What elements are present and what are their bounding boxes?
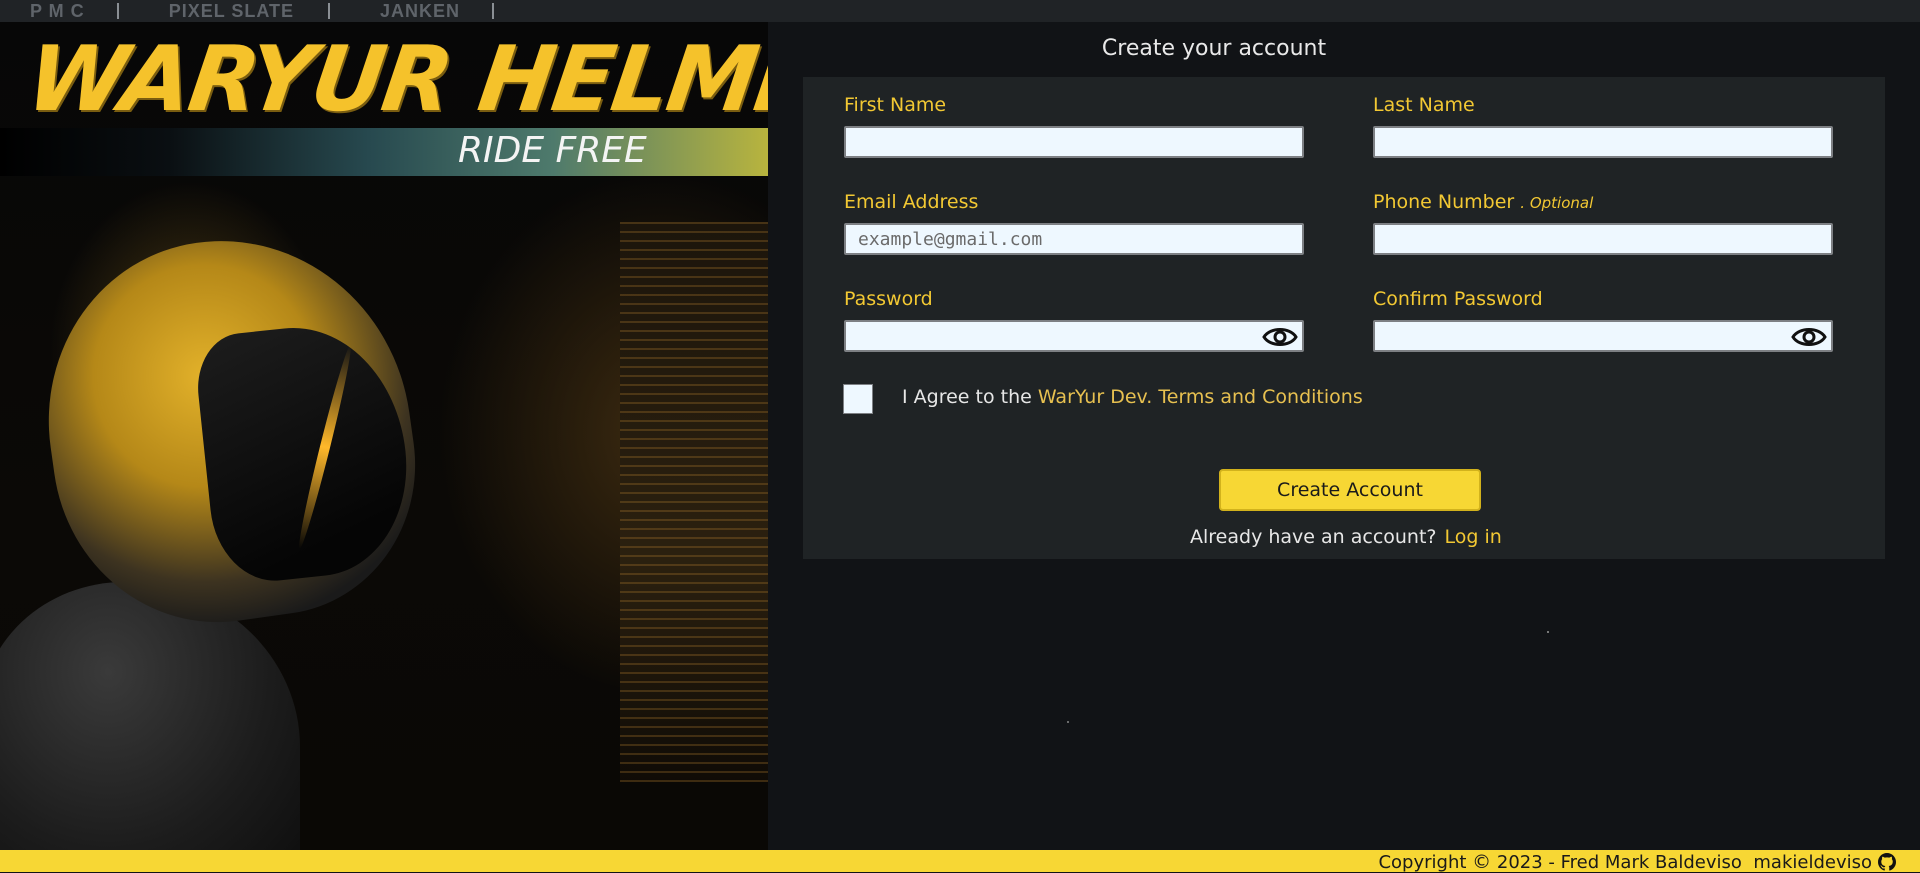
- login-prompt: Already have an account? Log in: [1190, 526, 1502, 548]
- terms-link[interactable]: WarYur Dev. Terms and Conditions: [1038, 386, 1363, 408]
- first-name-field[interactable]: [844, 126, 1304, 158]
- confirm-password-label: Confirm Password: [1373, 288, 1543, 310]
- year-author: 2023 - Fred Mark Baldeviso: [1496, 852, 1742, 873]
- copyright-icon: ©: [1472, 851, 1492, 873]
- create-account-button[interactable]: Create Account: [1219, 469, 1481, 511]
- form-heading: Create your account: [1101, 36, 1327, 61]
- hero-panel: WARYUR HELMETS RIDE FREE: [0, 22, 768, 850]
- nav-item-janken[interactable]: JANKEN: [380, 1, 460, 22]
- city-skyline-image: [620, 222, 768, 782]
- github-username-link[interactable]: makieldeviso: [1753, 852, 1872, 873]
- phone-field[interactable]: [1373, 223, 1833, 255]
- tagline-text: RIDE FREE: [458, 130, 647, 171]
- github-icon[interactable]: [1878, 853, 1896, 871]
- phone-optional-tag: . Optional: [1520, 194, 1594, 212]
- password-label: Password: [844, 288, 933, 310]
- email-label: Email Address: [844, 191, 979, 213]
- nav-separator: [328, 3, 331, 19]
- phone-label-text: Phone Number: [1373, 191, 1515, 213]
- phone-label: Phone Number . Optional: [1373, 191, 1593, 213]
- nav-item-pmc[interactable]: P M C: [30, 1, 85, 22]
- eye-icon[interactable]: [1262, 323, 1298, 351]
- nav-separator: [116, 3, 119, 19]
- terms-checkbox[interactable]: [843, 384, 873, 414]
- terms-agreement: I Agree to the WarYur Dev. Terms and Con…: [902, 386, 1363, 408]
- last-name-field[interactable]: [1373, 126, 1833, 158]
- email-field[interactable]: [844, 223, 1304, 255]
- eye-icon[interactable]: [1791, 323, 1827, 351]
- footer: Copyright © 2023 - Fred Mark Baldeviso m…: [0, 850, 1920, 873]
- tagline-band: [0, 128, 768, 176]
- brand-logo: WARYUR HELMETS: [20, 27, 768, 132]
- last-name-label: Last Name: [1373, 94, 1475, 116]
- confirm-password-field[interactable]: [1373, 320, 1833, 352]
- copyright-text: Copyright: [1378, 852, 1467, 873]
- already-text: Already have an account?: [1190, 526, 1437, 548]
- password-field[interactable]: [844, 320, 1304, 352]
- agree-text: I Agree to the: [902, 386, 1038, 408]
- first-name-label: First Name: [844, 94, 947, 116]
- login-link[interactable]: Log in: [1445, 526, 1502, 548]
- rider-jacket-image: [0, 582, 300, 850]
- footer-credit: Copyright © 2023 - Fred Mark Baldeviso m…: [1378, 851, 1872, 873]
- nav-separator: [492, 3, 495, 19]
- top-nav: P M C PIXEL SLATE JANKEN: [0, 0, 1920, 22]
- nav-item-pixel-slate[interactable]: PIXEL SLATE: [169, 1, 294, 22]
